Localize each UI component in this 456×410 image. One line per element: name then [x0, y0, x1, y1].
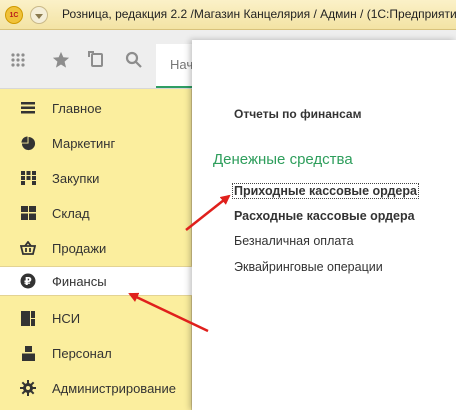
chevron-down-icon: [35, 13, 43, 19]
link-acquiring-operations[interactable]: Эквайринговые операции: [234, 260, 383, 274]
search-icon[interactable]: [124, 50, 144, 70]
tab-start-label: Нач: [170, 57, 194, 72]
menu-lines-icon: [20, 100, 36, 116]
sidebar-item-purchases[interactable]: Закупки: [0, 163, 190, 193]
sidebar-item-finance[interactable]: ₽ Финансы: [0, 266, 193, 296]
sidebar-item-label: Маркетинг: [52, 135, 116, 151]
section-panel: Отчеты по финансам Денежные средства При…: [192, 40, 456, 410]
star-icon[interactable]: [51, 50, 71, 70]
app-logo-icon[interactable]: 1С: [5, 6, 23, 24]
pie-chart-icon: [20, 135, 36, 151]
gear-icon: [20, 380, 36, 396]
sidebar-item-personnel[interactable]: Персонал: [0, 338, 190, 368]
sidebar-item-warehouse[interactable]: Склад: [0, 198, 190, 228]
sidebar-item-main[interactable]: Главное: [0, 93, 190, 123]
warehouse-icon: [20, 205, 36, 221]
ruble-icon: ₽: [20, 273, 36, 289]
sidebar-item-label: Главное: [52, 100, 102, 116]
sidebar-item-sales[interactable]: Продажи: [0, 233, 190, 263]
reports-section-title[interactable]: Отчеты по финансам: [234, 107, 361, 121]
sidebar-item-reference-data[interactable]: НСИ: [0, 303, 190, 333]
history-icon[interactable]: [87, 50, 107, 70]
sidebar: Главное Маркетинг Закупки Склад Продажи …: [0, 89, 193, 410]
sidebar-item-label: НСИ: [52, 310, 81, 326]
sidebar-item-marketing[interactable]: Маркетинг: [0, 128, 190, 158]
window-title: Розница, редакция 2.2 /Магазин Канцеляри…: [62, 7, 456, 21]
sidebar-item-label: Продажи: [52, 240, 107, 256]
sidebar-item-administration[interactable]: Администрирование: [0, 373, 190, 403]
sidebar-item-label: Склад: [52, 205, 90, 221]
svg-text:₽: ₽: [24, 275, 32, 288]
title-bar: 1С Розница, редакция 2.2 /Магазин Канцел…: [0, 0, 456, 30]
sidebar-item-label: Закупки: [52, 170, 100, 186]
cash-group-title: Денежные средства: [213, 151, 353, 168]
link-incoming-cash-orders[interactable]: Приходные кассовые ордера: [232, 183, 419, 199]
sidebar-item-label: Администрирование: [52, 380, 176, 396]
sidebar-item-label: Финансы: [52, 273, 107, 289]
basket-icon: [20, 240, 36, 256]
purchases-grid-icon: [20, 170, 36, 186]
link-outgoing-cash-orders[interactable]: Расходные кассовые ордера: [234, 209, 415, 223]
main-menu-button[interactable]: [30, 6, 48, 24]
grid-icon[interactable]: [8, 50, 28, 70]
reference-data-icon: [20, 310, 36, 326]
person-icon: [20, 345, 36, 361]
link-cashless-payment[interactable]: Безналичная оплата: [234, 234, 354, 248]
sidebar-item-label: Персонал: [52, 345, 112, 361]
